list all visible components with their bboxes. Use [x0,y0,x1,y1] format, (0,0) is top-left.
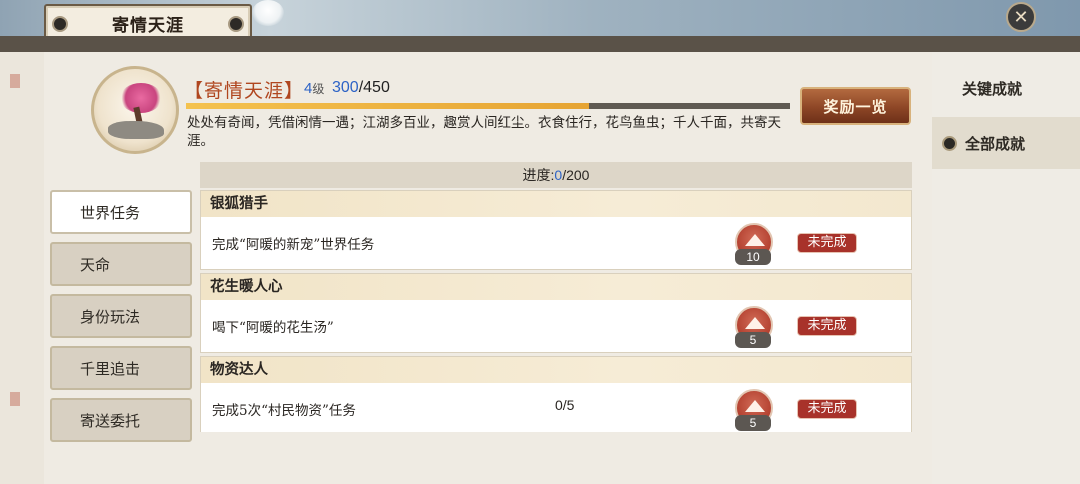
tab-identity-play[interactable]: 身份玩法 [50,294,192,338]
knob-icon [52,16,68,32]
status-badge: 未完成 [797,316,857,336]
achievement-avatar [91,66,179,154]
achievement-card: 物资达人 完成5次“村民物资”任务 0/5 5 未完成 [200,356,912,432]
reward-list-button[interactable]: 奖励一览 [800,87,911,125]
medal-points: 10 [735,249,771,265]
mountain-glyph [745,317,765,329]
close-icon: ✕ [1013,6,1029,28]
side-item-key-achievements[interactable]: 关键成就 [932,62,1080,114]
achievement-desc: 完成5次“村民物资”任务 [212,403,356,419]
close-button[interactable]: ✕ [1006,2,1036,32]
achievement-name: 银狐猎手 [201,191,911,217]
list-bottom-edge [200,432,912,484]
exp-progress-bar [186,103,790,109]
tab-label: 天命 [80,255,111,274]
left-decoration [0,52,44,484]
side-item-label: 全部成就 [965,134,1026,153]
achievement-name: 物资达人 [201,357,911,383]
side-item-label: 关键成就 [962,79,1023,98]
category-score: 300/450 [332,79,390,97]
seal-decoration [10,392,20,406]
achievement-card: 银狐猎手 完成“阿暖的新宠”世界任务 10 未完成 [200,190,912,270]
blossom-tree-icon [120,83,162,113]
tab-label: 身份玩法 [80,307,141,326]
tab-label: 千里追击 [80,359,141,378]
progress-header: 进度: 0/200 [200,162,912,188]
mountain-glyph [745,234,765,246]
medal-points: 5 [735,332,771,348]
achievement-card: 花生暖人心 喝下“阿暖的花生汤” 5 未完成 [200,273,912,353]
category-level: 4级 [304,80,324,97]
mountain-glyph [745,400,765,412]
tab-label: 世界任务 [80,203,141,222]
achievement-desc: 完成“阿暖的新宠”世界任务 [212,237,375,253]
achievement-desc: 喝下“阿暖的花生汤” [212,320,334,336]
exp-progress-fill [186,103,589,109]
status-badge: 未完成 [797,233,857,253]
score-current: 300 [332,79,359,96]
tab-destiny[interactable]: 天命 [50,242,192,286]
achievement-list[interactable]: 银狐猎手 完成“阿暖的新宠”世界任务 10 未完成 花生暖人心 喝下“阿暖的花生… [200,190,912,432]
progress-current: 0 [554,167,563,183]
level-unit: 级 [312,82,325,96]
progress-total: /200 [562,167,590,183]
tab-world-quest[interactable]: 世界任务 [50,190,192,234]
bullet-icon [942,135,957,151]
tab-label: 寄送委托 [80,411,141,430]
medal-points: 5 [735,415,771,431]
achievement-progress: 0/5 [555,397,575,413]
side-panel: 关键成就 全部成就 [932,52,1080,484]
seal-decoration [10,74,20,88]
moon-decoration [252,0,284,26]
status-badge: 未完成 [797,399,857,419]
side-item-all-achievements[interactable]: 全部成就 [932,117,1080,169]
tab-delivery[interactable]: 寄送委托 [50,398,192,442]
category-title: 【寄情天涯】 [184,80,305,102]
window-title: 寄情天涯 [112,15,184,36]
score-total: /450 [358,79,390,96]
rock [108,121,164,139]
achievement-name: 花生暖人心 [201,274,911,300]
progress-label: 进度: [522,167,555,183]
category-description: 处处有奇闻，凭借闲情一遇；江湖多百业，趣赏人间红尘。衣食住行，花鸟鱼虫；千人千面… [187,115,781,149]
tab-pursuit[interactable]: 千里追击 [50,346,192,390]
knob-icon [228,16,244,32]
